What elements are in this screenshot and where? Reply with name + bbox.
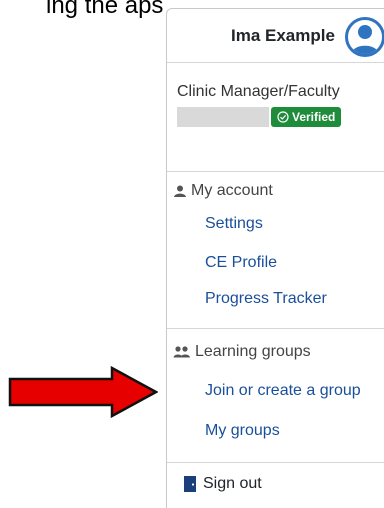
people-icon [173,346,190,358]
user-avatar-icon[interactable] [345,17,384,57]
role-block: Clinic Manager/Faculty Verified [167,63,384,172]
red-arrow [8,366,158,418]
door-icon [184,476,196,492]
person-icon [174,185,186,197]
verify-row: Verified [177,107,384,127]
verified-label: Verified [292,110,336,124]
user-name: Ima Example [231,25,335,45]
menu-header: Ima Example [167,9,384,63]
my-groups-link[interactable]: My groups [167,422,280,440]
my-account-heading: My account [167,182,273,200]
user-role: Clinic Manager/Faculty [177,83,340,100]
learning-groups-heading: Learning groups [167,343,311,361]
my-account-section: My account Settings CE Profile Progress … [167,172,384,329]
verified-badge: Verified [271,107,342,127]
check-circle-icon [277,111,289,123]
signout-section: Sign out [167,463,384,508]
redacted-email [177,107,269,127]
partial-page-text: ing the aps [46,0,164,19]
progress-tracker-link[interactable]: Progress Tracker [167,290,327,308]
ce-profile-link[interactable]: CE Profile [167,254,277,272]
account-dropdown-menu: Ima Example Clinic Manager/Faculty Verif… [166,8,384,508]
learning-groups-section: Learning groups Join or create a group M… [167,329,384,463]
sign-out-button[interactable]: Sign out [183,475,262,493]
join-or-create-group-link[interactable]: Join or create a group [167,382,361,400]
settings-link[interactable]: Settings [167,215,263,233]
